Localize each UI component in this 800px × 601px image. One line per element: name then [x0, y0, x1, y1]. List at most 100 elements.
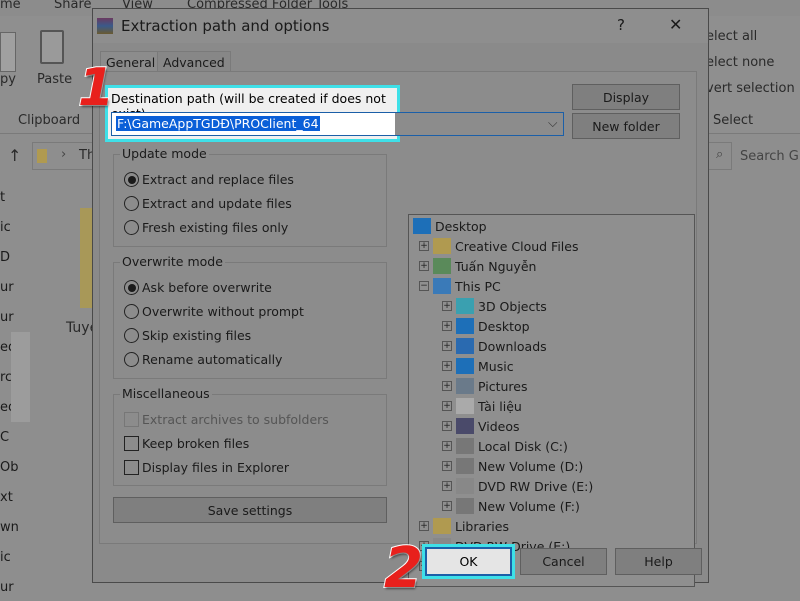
collapse-icon[interactable]: −	[419, 281, 429, 291]
tree-item[interactable]: + Tài liệu	[442, 398, 522, 414]
help-icon[interactable]: ?	[617, 16, 625, 34]
nav-item[interactable]: Ob	[0, 460, 18, 475]
select-none-button[interactable]: elect none	[706, 55, 774, 70]
chevron-down-icon[interactable]: ⌵	[548, 115, 557, 131]
tree-item[interactable]: + Tuấn Nguyễn	[419, 258, 536, 274]
expand-icon[interactable]: +	[419, 521, 429, 531]
tree-item[interactable]: + New Volume (D:)	[442, 458, 583, 474]
radio-extract-replace[interactable]: Extract and replace files	[124, 172, 294, 187]
radio-icon[interactable]	[124, 172, 139, 187]
save-settings-button[interactable]: Save settings	[113, 497, 387, 523]
tree-item[interactable]: + Libraries	[419, 518, 509, 534]
invert-selection-button[interactable]: vert selection	[706, 81, 795, 96]
up-arrow-icon[interactable]: ↑	[8, 146, 21, 165]
nav-item[interactable]: C	[0, 430, 9, 445]
radio-rename-automatically[interactable]: Rename automatically	[124, 352, 282, 367]
destination-path-combobox[interactable]: F:\GameAppTGDĐ\PROClient_64 ⌵	[111, 112, 564, 136]
tree-item[interactable]: + Desktop	[442, 318, 530, 334]
radio-icon[interactable]	[124, 220, 139, 235]
tree-item[interactable]: + Local Disk (C:)	[442, 438, 568, 454]
radio-extract-update[interactable]: Extract and update files	[124, 196, 292, 211]
expand-icon[interactable]: +	[419, 261, 429, 271]
tree-item[interactable]: + Music	[442, 358, 514, 374]
update-mode-title: Update mode	[120, 146, 209, 161]
tree-item[interactable]: − This PC	[419, 278, 501, 294]
select-all-button[interactable]: elect all	[706, 29, 757, 44]
option-label: Rename automatically	[142, 352, 283, 367]
nav-item[interactable]: wn	[0, 520, 19, 535]
nav-item[interactable]: ic	[0, 220, 11, 235]
paste-button[interactable]: Paste	[37, 72, 72, 87]
dialog-titlebar: Extraction path and options ? ✕	[93, 9, 708, 43]
help-button[interactable]: Help	[615, 548, 702, 575]
new-folder-button[interactable]: New folder	[572, 113, 680, 139]
radio-ask-before-overwrite[interactable]: Ask before overwrite	[124, 280, 272, 295]
expand-icon[interactable]: +	[442, 401, 452, 411]
tree-item-label: Desktop	[435, 218, 487, 234]
tree-item[interactable]: + Pictures	[442, 378, 528, 394]
tree-item-label: Tài liệu	[478, 398, 522, 414]
checkbox-icon[interactable]	[124, 436, 139, 451]
tab-share[interactable]: Share	[54, 0, 92, 12]
destination-path-input[interactable]: F:\GameAppTGDĐ\PROClient_64	[116, 116, 320, 131]
tree-item[interactable]: Desktop	[413, 218, 487, 234]
nav-item[interactable]: ur	[0, 580, 14, 595]
expand-icon[interactable]: +	[442, 321, 452, 331]
tree-item[interactable]: + Creative Cloud Files	[419, 238, 579, 254]
radio-icon[interactable]	[124, 352, 139, 367]
ok-button[interactable]: OK	[425, 547, 512, 576]
radio-overwrite-without-prompt[interactable]: Overwrite without prompt	[124, 304, 304, 319]
search-input[interactable]: Search G	[740, 149, 799, 164]
step-1-marker: 1	[77, 57, 115, 119]
display-button[interactable]: Display	[572, 84, 680, 110]
nav-item[interactable]: ur	[0, 280, 14, 295]
option-label: Ask before overwrite	[142, 280, 272, 295]
tab-advanced[interactable]: Advanced	[157, 51, 231, 72]
nav-item[interactable]: xt	[0, 490, 13, 505]
paste-icon	[40, 30, 64, 64]
expand-icon[interactable]: +	[442, 421, 452, 431]
radio-icon[interactable]	[124, 196, 139, 211]
tree-item-label: Libraries	[455, 518, 509, 534]
nav-item[interactable]: t	[0, 190, 5, 205]
miscellaneous-title: Miscellaneous	[120, 386, 212, 401]
checkbox-display-in-explorer[interactable]: Display files in Explorer	[124, 460, 289, 475]
nav-item[interactable]: ur	[0, 310, 14, 325]
folder-icon	[456, 318, 474, 334]
folder-icon	[433, 518, 451, 534]
tree-item[interactable]: + DVD RW Drive (E:)	[442, 478, 593, 494]
tab-home[interactable]: me	[0, 0, 21, 12]
folder-icon	[37, 149, 47, 163]
checkbox-keep-broken-files[interactable]: Keep broken files	[124, 436, 249, 451]
expand-icon[interactable]: +	[442, 461, 452, 471]
folder-tree[interactable]: Desktop + Creative Cloud Files + Tuấn Nguyễn…	[408, 214, 695, 587]
expand-icon[interactable]: +	[442, 301, 452, 311]
option-label: Skip existing files	[142, 328, 252, 343]
radio-icon[interactable]	[124, 304, 139, 319]
expand-icon[interactable]: +	[442, 381, 452, 391]
close-icon[interactable]: ✕	[669, 15, 682, 34]
checkbox-icon[interactable]	[124, 460, 139, 475]
expand-icon[interactable]: +	[419, 241, 429, 251]
expand-icon[interactable]: +	[442, 481, 452, 491]
nav-item[interactable]: D	[0, 250, 10, 265]
expand-icon[interactable]: +	[442, 361, 452, 371]
tree-item[interactable]: + New Volume (F:)	[442, 498, 580, 514]
copy-button[interactable]: py	[0, 72, 16, 87]
tree-item[interactable]: + Downloads	[442, 338, 547, 354]
radio-skip-existing[interactable]: Skip existing files	[124, 328, 251, 343]
checkbox-icon[interactable]	[124, 412, 139, 427]
tree-item[interactable]: +3D Objects	[442, 298, 547, 314]
radio-icon[interactable]	[124, 328, 139, 343]
folder-icon	[456, 398, 474, 414]
expand-icon[interactable]: +	[442, 441, 452, 451]
radio-fresh-existing[interactable]: Fresh existing files only	[124, 220, 288, 235]
tree-item[interactable]: + Videos	[442, 418, 520, 434]
nav-scrollbar-thumb[interactable]	[11, 332, 30, 422]
nav-item[interactable]: ic	[0, 550, 11, 565]
checkbox-extract-to-subfolders[interactable]: Extract archives to subfolders	[124, 412, 329, 427]
expand-icon[interactable]: +	[442, 501, 452, 511]
expand-icon[interactable]: +	[442, 341, 452, 351]
radio-icon[interactable]	[124, 280, 139, 295]
cancel-button[interactable]: Cancel	[520, 548, 607, 575]
